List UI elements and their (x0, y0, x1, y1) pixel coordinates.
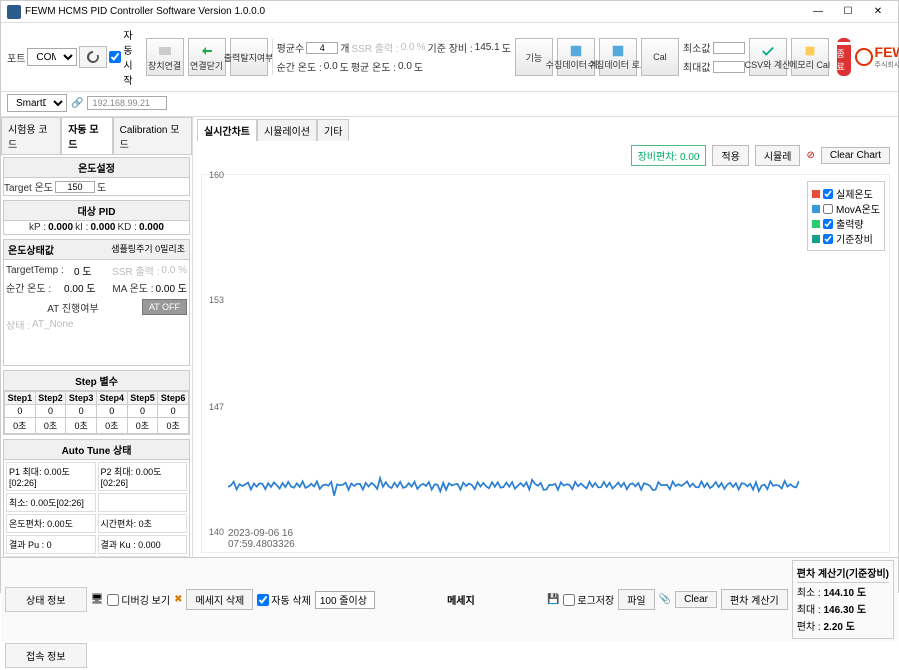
chart-tab-1[interactable]: 시뮬레이션 (257, 119, 317, 141)
memory-cal-button[interactable]: 메모리 Cal (791, 38, 829, 76)
clear-button[interactable]: Clear (675, 591, 717, 608)
auto-start-checkbox[interactable]: 자동 시작 (109, 27, 141, 87)
temp-set-header: 온도설정 (4, 158, 189, 178)
window-title: FEWM HCMS PID Controller Software Versio… (25, 6, 804, 17)
target-temp-input[interactable] (55, 181, 95, 193)
debug-view-checkbox[interactable]: 디버깅 보기 (107, 592, 170, 607)
maximize-button[interactable]: ☐ (834, 3, 862, 21)
device-disconnect-button[interactable]: 연결닫기 (188, 38, 226, 76)
at-toggle-button[interactable]: AT OFF (142, 299, 187, 315)
clear-chart-button[interactable]: Clear Chart (821, 147, 890, 164)
chart-legend: 실제온도MovA온도출력량기준장비 (807, 181, 885, 251)
apply-button[interactable]: 적용 (712, 145, 748, 166)
connect-icon: 🔗 (71, 98, 83, 109)
monitor-icon: 🖥 (91, 594, 104, 605)
device-deviation-box: 장비편차: 0.00 (631, 145, 707, 166)
smartdac-combo[interactable]: SmartDAC (7, 94, 67, 112)
max-input[interactable] (713, 61, 745, 73)
device-connect-button[interactable]: 장치연결 (146, 38, 184, 76)
ssr-out-label: SSR 출력 : (351, 40, 398, 55)
x-axis-label: 2023-09-06 1607:59.4803326 (228, 528, 295, 550)
left-tab-1[interactable]: 자동 모드 (61, 117, 112, 154)
chart-tab-0[interactable]: 실시간차트 (197, 119, 257, 141)
legend-item[interactable]: 출력량 (812, 216, 880, 231)
auto-delete-checkbox[interactable]: 자동 삭제 (257, 592, 311, 607)
avg-count-label: 평균수 (277, 40, 305, 55)
target-pid-header: 대상 PID (4, 201, 189, 221)
log-save-checkbox[interactable]: 로그저장 (563, 592, 614, 607)
realtime-chart[interactable]: 140147153160 실제온도MovA온도출력량기준장비 2023-09-0… (201, 174, 890, 553)
dev-calc-button[interactable]: 편차 계산기 (721, 589, 788, 610)
left-tab-0[interactable]: 시험용 코드 (1, 117, 61, 154)
close-button[interactable]: ✕ (864, 3, 892, 21)
message-label: 메세지 (379, 592, 543, 607)
min-input[interactable] (713, 42, 745, 54)
port-label: 포트 (7, 50, 25, 65)
app-icon (7, 5, 21, 19)
output-detect-button[interactable]: 출력탈지여부 (230, 38, 268, 76)
simulate-button[interactable]: 시뮬레 (755, 145, 801, 166)
legend-item[interactable]: MovA온도 (812, 201, 880, 216)
save-icon: 💾 (547, 594, 559, 605)
csv-calc-button[interactable]: CSV와 계산 (749, 38, 787, 76)
cal-button[interactable]: Cal (641, 38, 679, 76)
chart-tab-2[interactable]: 기타 (317, 119, 349, 141)
file-button[interactable]: 파일 (618, 589, 654, 610)
error-set-header: 온도상태값 (8, 242, 54, 257)
minimize-button[interactable]: — (804, 3, 832, 21)
deviation-panel: 편차 계산기(기준장비) 최소 : 144.10 도 최대 : 146.30 도… (792, 560, 894, 639)
base-dev-label: 기준 장비 : (428, 40, 473, 55)
status-info-button[interactable]: 상태 정보 (5, 587, 87, 612)
port-combo[interactable]: COM3 (27, 48, 77, 66)
avg-count-input[interactable] (306, 42, 338, 54)
logo: FEWM 주식회사 륜영 (855, 44, 899, 70)
msg-delete-button[interactable]: 메세지 삭제 (186, 589, 253, 610)
collect-load-button[interactable]: 수집데이터 로드 (599, 38, 637, 76)
legend-item[interactable]: 기준장비 (812, 231, 880, 246)
connect-info-button[interactable]: 접속 정보 (5, 643, 87, 668)
block-icon: ⊘ (806, 150, 814, 161)
inst-temp-label: 순간 온도 : (277, 59, 322, 74)
delete-icon: ✖ (174, 594, 182, 605)
lines-input[interactable] (315, 591, 375, 609)
avg-temp-label: 평균 온도 : (351, 59, 396, 74)
ip-display: 192.168.99.21 (87, 96, 167, 110)
left-tab-2[interactable]: Calibration 모드 (113, 117, 192, 154)
autotune-header: Auto Tune 상태 (4, 440, 189, 460)
refresh-port-button[interactable] (79, 46, 107, 68)
attach-icon: 📎 (659, 594, 671, 605)
exit-button[interactable]: 종료 (837, 38, 851, 76)
step-header: Step 별수 (4, 371, 189, 391)
legend-item[interactable]: 실제온도 (812, 186, 880, 201)
